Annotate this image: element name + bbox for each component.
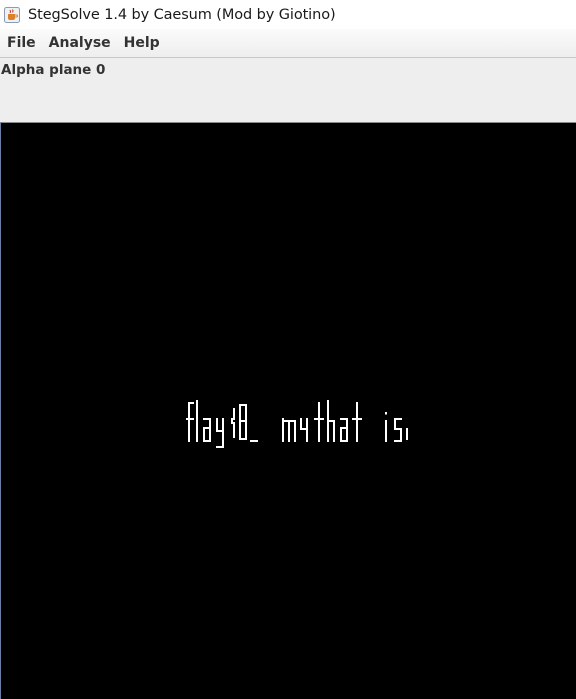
menu-help[interactable]: Help (117, 35, 166, 51)
window-title: StegSolve 1.4 by Caesum (Mod by Giotino) (28, 6, 336, 23)
hidden-text-graphic (186, 400, 408, 448)
java-cup-icon[interactable] (4, 6, 20, 23)
image-canvas (0, 123, 576, 699)
info-panel: Alpha plane 0 (0, 58, 576, 123)
menu-file[interactable]: File (0, 35, 42, 51)
menu-analyse[interactable]: Analyse (42, 35, 117, 51)
title-bar: StegSolve 1.4 by Caesum (Mod by Giotino) (0, 0, 576, 29)
menu-bar: File Analyse Help (0, 29, 576, 58)
plane-label: Alpha plane 0 (1, 62, 106, 78)
